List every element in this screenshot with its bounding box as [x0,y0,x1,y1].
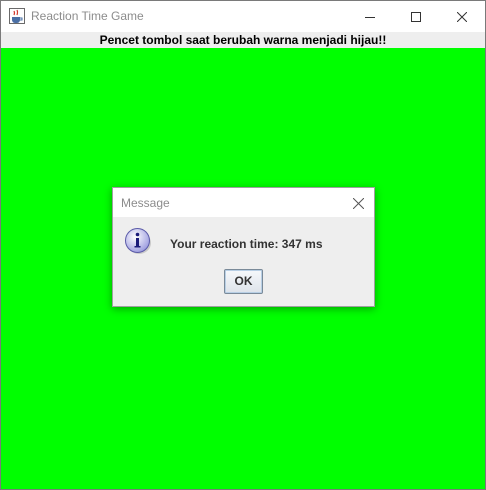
instruction-label: Pencet tombol saat berubah warna menjadi… [1,32,485,48]
close-icon [352,197,364,209]
maximize-button[interactable] [393,1,439,32]
dialog-titlebar[interactable]: Message [113,188,374,217]
maximize-icon [411,11,421,22]
ok-button[interactable]: OK [224,269,263,294]
java-cup-icon [9,8,25,24]
message-dialog: Message Your reaction time: 347 ms OK [112,187,375,307]
app-window: Reaction Time Game Pencet tombol saat be… [0,0,486,490]
dialog-title: Message [121,196,170,210]
info-icon [125,228,151,254]
dialog-close-button[interactable] [349,194,367,212]
window-titlebar[interactable]: Reaction Time Game [1,1,485,32]
reaction-time-message: Your reaction time: 347 ms [170,237,323,251]
minimize-icon [365,16,375,18]
window-title: Reaction Time Game [31,9,144,23]
minimize-button[interactable] [347,1,393,32]
close-icon [457,11,467,22]
close-button[interactable] [439,1,485,32]
